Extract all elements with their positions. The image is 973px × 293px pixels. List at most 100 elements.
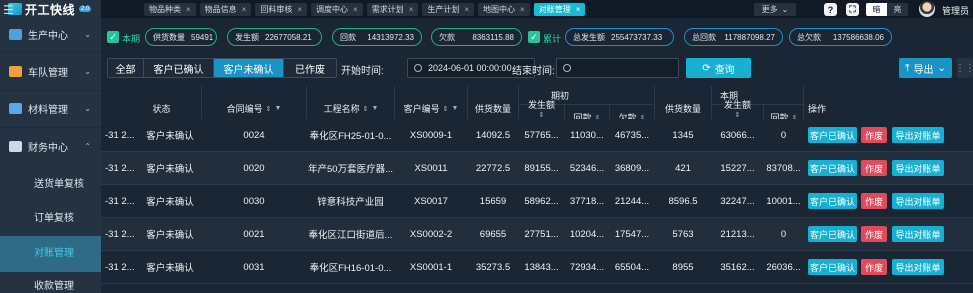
current-period-checkbox[interactable]: ✓ bbox=[107, 31, 119, 43]
end-time-label: 结束时间: bbox=[512, 66, 555, 77]
menu-toggle-icon[interactable]: ☰ bbox=[3, 3, 15, 17]
table-row[interactable]: -31 2... 客户未确认 0020 年产50万套医疗器... XS0011 … bbox=[101, 152, 973, 185]
table-row[interactable]: -31 2... 客户未确认 0030 锌意科技产业园 XS0017 15659… bbox=[101, 185, 973, 218]
tab-return-review[interactable]: 回料审核 × bbox=[255, 2, 308, 16]
user-name[interactable]: 管理员 bbox=[942, 4, 969, 17]
close-icon[interactable]: × bbox=[576, 5, 581, 14]
segment-voided[interactable]: 已作废 bbox=[284, 59, 336, 77]
segment-unconfirmed[interactable]: 客户未确认 bbox=[214, 59, 284, 77]
export-statement-button[interactable]: 导出对账单 bbox=[892, 259, 944, 275]
void-button[interactable]: 作废 bbox=[861, 226, 887, 242]
tab-map-center[interactable]: 地图中心 × bbox=[478, 2, 530, 16]
close-icon[interactable]: × bbox=[242, 5, 247, 14]
total-arrears-pill: 总欠款 137586638.06 bbox=[789, 28, 892, 46]
theme-light-option[interactable]: 亮 bbox=[887, 3, 908, 16]
void-button[interactable]: 作废 bbox=[861, 193, 887, 209]
sidebar-subitem-collection[interactable]: 收款管理 bbox=[0, 276, 101, 293]
tab-production-plan[interactable]: 生产计划 × bbox=[422, 2, 475, 16]
segment-confirmed[interactable]: 客户已确认 bbox=[144, 59, 214, 77]
query-label: 查询 bbox=[714, 64, 735, 76]
cell-date: -31 2... bbox=[105, 228, 135, 240]
void-button[interactable]: 作废 bbox=[861, 259, 887, 275]
export-button[interactable]: ⤒ 导出 ⌄ bbox=[899, 58, 952, 78]
close-icon[interactable]: × bbox=[464, 5, 469, 14]
pill-label: 总回款 bbox=[692, 32, 716, 42]
truck-icon bbox=[9, 65, 22, 77]
cell-opening-supply-qty: 35273.5 bbox=[475, 261, 511, 273]
confirm-button[interactable]: 客户已确认 bbox=[808, 226, 857, 242]
sidebar-item-finance[interactable]: 财务中心 ⌃ bbox=[0, 135, 101, 157]
segment-all[interactable]: 全部 bbox=[108, 59, 144, 77]
sidebar-item-label: 生产中心 bbox=[28, 30, 68, 42]
theme-dark-option[interactable]: 暗 bbox=[866, 3, 887, 16]
pill-label: 回款 bbox=[340, 32, 356, 42]
cell-opening-amount: 13843... bbox=[524, 261, 559, 273]
close-icon[interactable]: × bbox=[186, 5, 191, 14]
close-icon[interactable]: × bbox=[353, 5, 358, 14]
tab-demand-plan[interactable]: 需求计划 × bbox=[366, 2, 419, 16]
tab-dispatch-center[interactable]: 调度中心 × bbox=[311, 2, 363, 16]
cell-current-supply-qty: 421 bbox=[675, 162, 691, 174]
sort-icon[interactable]: ⇕ bbox=[735, 111, 741, 119]
tab-label: 物品信息 bbox=[204, 4, 237, 14]
export-label: 导出 bbox=[913, 64, 934, 76]
export-statement-button[interactable]: 导出对账单 bbox=[892, 160, 944, 176]
pill-value: 137586638.06 bbox=[832, 32, 884, 42]
cell-date: -31 2... bbox=[105, 129, 135, 141]
cell-opening-amount: 57765... bbox=[524, 129, 559, 141]
cell-opening-amount: 58962... bbox=[524, 195, 559, 207]
tab-reconciliation[interactable]: 对账管理 × bbox=[533, 2, 586, 16]
sidebar-item-materials[interactable]: 材料管理 ⌄ bbox=[0, 97, 101, 119]
fullscreen-icon[interactable]: ⛶ bbox=[846, 3, 859, 16]
sidebar-item-label: 财务中心 bbox=[28, 142, 68, 154]
avatar[interactable] bbox=[919, 1, 935, 17]
sort-icon[interactable]: ⇕ bbox=[539, 111, 545, 119]
help-icon[interactable]: ? bbox=[824, 3, 837, 16]
col-label: 发生额 bbox=[723, 100, 751, 110]
sidebar-subitem-order-review[interactable]: 订单复核 bbox=[0, 202, 101, 236]
table-row[interactable]: -31 2... 客户未确认 0024 奉化区FH25-01-0... XS00… bbox=[101, 119, 973, 152]
more-tabs-dropdown[interactable]: 更多 ⌄ bbox=[754, 3, 796, 16]
void-button[interactable]: 作废 bbox=[861, 160, 887, 176]
cell-opening-amount: 27751... bbox=[524, 228, 559, 240]
confirm-button[interactable]: 客户已确认 bbox=[808, 127, 857, 143]
sidebar-item-production[interactable]: 生产中心 ⌄ bbox=[0, 24, 101, 44]
close-icon[interactable]: × bbox=[297, 5, 302, 14]
cell-status: 客户未确认 bbox=[146, 164, 194, 175]
sort-icon[interactable]: ⇕ bbox=[363, 105, 369, 113]
cell-opening-supply-qty: 15659 bbox=[479, 195, 507, 207]
sidebar-subitem-delivery-review[interactable]: 送货单复核 bbox=[0, 168, 101, 202]
sort-icon[interactable]: ⇕ bbox=[443, 105, 449, 113]
pill-label: 供货数量 bbox=[153, 32, 185, 42]
confirm-button[interactable]: 客户已确认 bbox=[808, 193, 857, 209]
tab-label: 调度中心 bbox=[316, 4, 349, 14]
sidebar-subitem-reconciliation[interactable]: 对账管理 bbox=[0, 236, 101, 272]
filter-icon[interactable]: ▼ bbox=[451, 105, 458, 112]
theme-toggle[interactable]: 暗 亮 bbox=[866, 3, 908, 16]
column-settings-icon[interactable]: ⋮⋮ bbox=[955, 58, 973, 78]
tab-item-types[interactable]: 物品种类 × bbox=[144, 2, 196, 16]
filter-icon[interactable]: ▼ bbox=[274, 105, 281, 112]
cell-opening-amount: 89155... bbox=[524, 162, 559, 174]
export-statement-button[interactable]: 导出对账单 bbox=[892, 193, 944, 209]
close-icon[interactable]: × bbox=[409, 5, 414, 14]
confirm-button[interactable]: 客户已确认 bbox=[808, 160, 857, 176]
col-label: 发生额 bbox=[527, 100, 555, 110]
filter-icon[interactable]: ▼ bbox=[371, 105, 378, 112]
cumulative-checkbox[interactable]: ✓ bbox=[528, 31, 540, 43]
confirm-button[interactable]: 客户已确认 bbox=[808, 259, 857, 275]
cell-project-name: 年产50万套医疗器... bbox=[308, 164, 393, 175]
table-row[interactable]: -31 2... 客户未确认 0031 奉化区FH16-01-0... XS00… bbox=[101, 251, 973, 284]
close-icon[interactable]: × bbox=[520, 5, 525, 14]
table-row[interactable]: -31 2... 客户未确认 0021 奉化区江口街道后... XS0002-2… bbox=[101, 218, 973, 251]
export-statement-button[interactable]: 导出对账单 bbox=[892, 226, 944, 242]
cell-project-name: 奉化区FH25-01-0... bbox=[309, 131, 392, 142]
export-statement-button[interactable]: 导出对账单 bbox=[892, 127, 944, 143]
sidebar-item-fleet[interactable]: 车队管理 ⌄ bbox=[0, 60, 101, 82]
query-button[interactable]: ⟳ 查询 bbox=[686, 58, 751, 78]
void-button[interactable]: 作废 bbox=[861, 127, 887, 143]
tab-item-info[interactable]: 物品信息 × bbox=[199, 2, 252, 16]
chevron-down-icon: ⌄ bbox=[84, 103, 91, 113]
sort-icon[interactable]: ⇕ bbox=[266, 105, 272, 113]
end-time-input[interactable] bbox=[556, 58, 679, 78]
